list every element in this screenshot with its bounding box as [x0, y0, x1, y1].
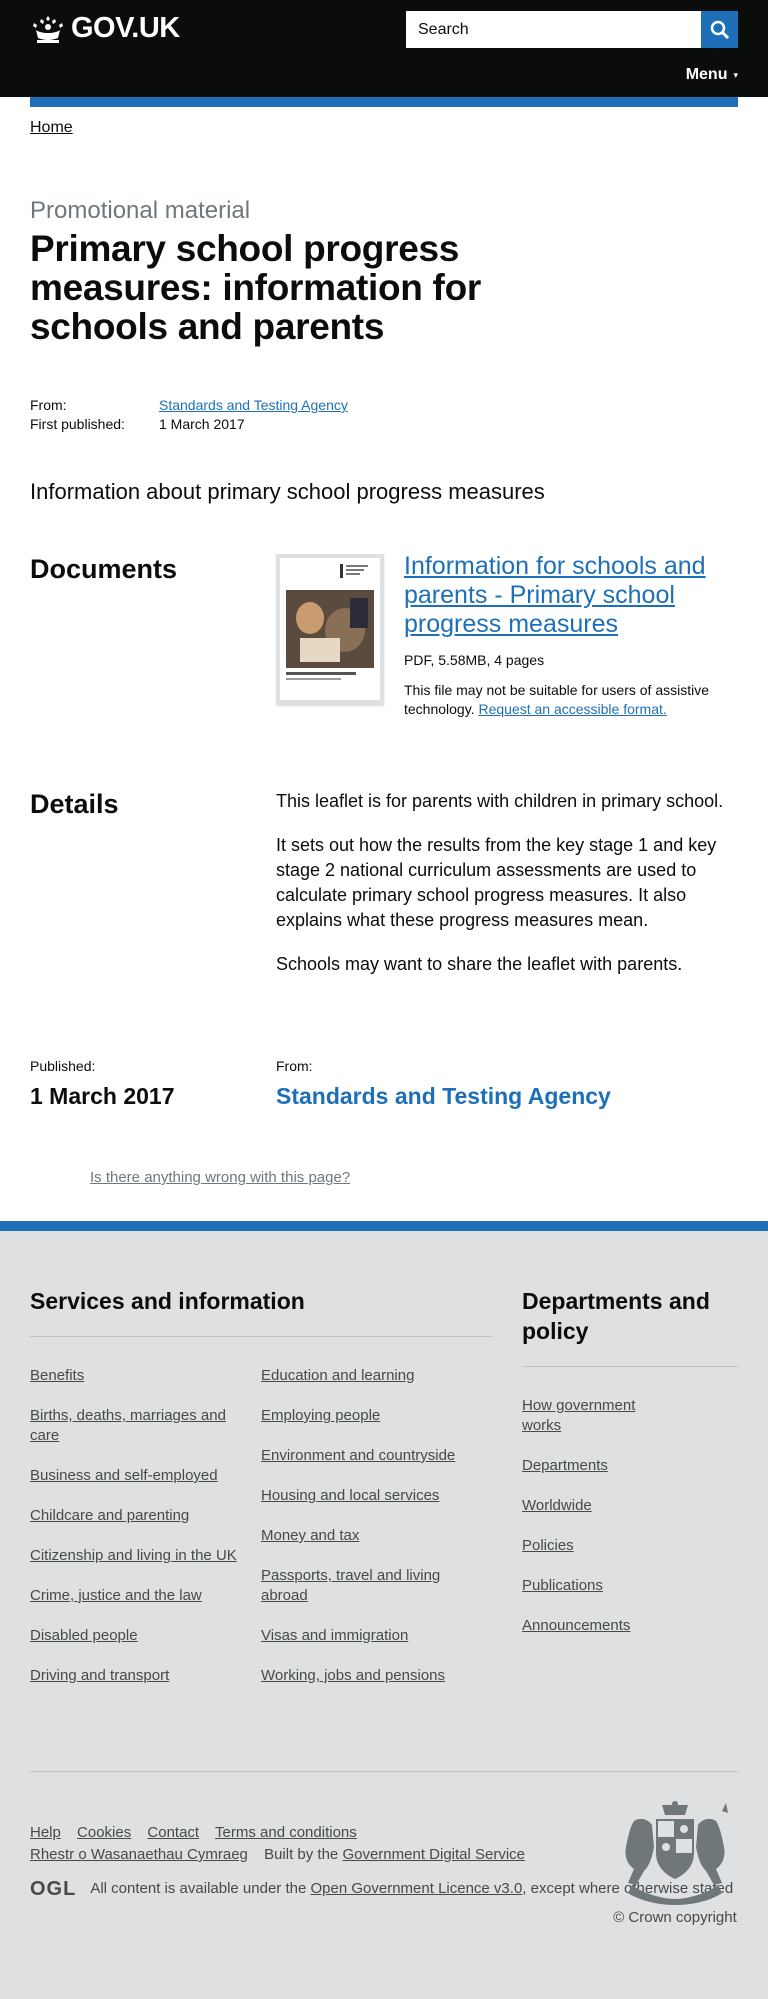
footer-link[interactable]: Childcare and parenting [30, 1506, 240, 1526]
details-heading: Details [30, 789, 119, 819]
search-input[interactable] [406, 11, 701, 48]
footer-link[interactable]: Benefits [30, 1366, 240, 1386]
crown-copyright-link[interactable]: © Crown copyright [613, 1909, 737, 1926]
breadcrumb: Home [30, 119, 738, 137]
footer-link[interactable]: Disabled people [30, 1626, 240, 1646]
meta-from-label: From: [30, 397, 67, 413]
footer-link[interactable]: Employing people [261, 1406, 471, 1426]
details-section: Details This leaflet is for parents with… [30, 789, 738, 996]
copyright: © Crown copyright [613, 1909, 737, 1926]
footer-link[interactable]: Education and learning [261, 1366, 471, 1386]
footer-link[interactable]: Citizenship and living in the UK [30, 1546, 240, 1566]
menu-label: Menu [685, 66, 728, 83]
footer-link[interactable]: Crime, justice and the law [30, 1586, 240, 1606]
footer-help-link[interactable]: Help [30, 1824, 61, 1841]
documents-heading: Documents [30, 554, 178, 584]
logo-text: GOV.UK [71, 12, 180, 44]
footer-services: Services and information Benefits Births… [30, 1286, 492, 1706]
published-block: Published: 1 March 2017 From: Standards … [30, 1058, 738, 1110]
footer-link[interactable]: How government works [522, 1396, 672, 1436]
main-content: Home Promotional material Primary school… [0, 119, 768, 1186]
footer-link[interactable]: Visas and immigration [261, 1626, 471, 1646]
published-date: 1 March 2017 [30, 1083, 175, 1109]
royal-coat-of-arms-icon [625, 1801, 728, 1905]
meta-from-link[interactable]: Standards and Testing Agency [159, 396, 348, 415]
document-cover-icon [280, 558, 380, 700]
footer-divider [30, 1771, 738, 1772]
site-footer: Services and information Benefits Births… [0, 1221, 768, 1999]
footer-link[interactable]: Policies [522, 1536, 732, 1556]
details-paragraph: This leaflet is for parents with childre… [276, 791, 724, 811]
attachment: Information for schools and parents - Pr… [276, 552, 738, 719]
meta-published-label: First published: [30, 416, 125, 432]
documents-section: Documents Information for schools and pa… [30, 552, 738, 719]
built-by-text: Built by the [264, 1846, 339, 1863]
footer-services-heading: Services and information [30, 1286, 492, 1337]
footer-gds-link[interactable]: Government Digital Service [342, 1846, 525, 1863]
footer-link[interactable]: Money and tax [261, 1526, 471, 1546]
search-button[interactable] [701, 11, 738, 48]
page-title: Primary school progress measures: inform… [30, 228, 481, 347]
footer-link[interactable]: Working, jobs and pensions [261, 1666, 471, 1686]
footer-link[interactable]: Departments [522, 1456, 732, 1476]
from-agency-link[interactable]: Standards and Testing Agency [276, 1083, 611, 1110]
site-header: GOV.UK Menu ▾ [0, 0, 768, 107]
footer-welsh-link[interactable]: Rhestr o Wasanaethau Cymraeg [30, 1846, 248, 1863]
crown-icon [33, 15, 63, 43]
header-blue-bar [30, 97, 738, 107]
footer-link[interactable]: Births, deaths, marriages and care [30, 1406, 240, 1446]
report-problem: Is there anything wrong with this page? [30, 1169, 738, 1186]
footer-cookies-link[interactable]: Cookies [77, 1824, 131, 1841]
menu-button[interactable]: Menu ▾ [686, 66, 738, 84]
document-thumbnail[interactable] [276, 554, 384, 704]
caret-down-icon: ▾ [733, 69, 738, 80]
footer-departments-heading: Departments and policy [522, 1286, 738, 1367]
footer-contact-link[interactable]: Contact [147, 1824, 199, 1841]
breadcrumb-home-link[interactable]: Home [30, 119, 73, 136]
footer-services-column: Education and learning Employing people … [261, 1366, 492, 1706]
footer-link[interactable]: Driving and transport [30, 1666, 240, 1686]
document-file-meta: PDF, 5.58MB, 4 pages [404, 652, 545, 668]
details-paragraph: It sets out how the results from the key… [276, 835, 717, 930]
crest: © Crown copyright [612, 1801, 738, 1926]
page-caption: Promotional material [30, 197, 251, 224]
document-accessibility-note: This file may not be suitable for users … [404, 681, 738, 719]
licence-prefix: All content is available under the [90, 1880, 307, 1897]
footer-services-column: Benefits Births, deaths, marriages and c… [30, 1366, 261, 1706]
footer-link[interactable]: Environment and countryside [261, 1446, 471, 1466]
licence-link[interactable]: Open Government Licence v3.0 [311, 1880, 523, 1897]
ogl-logo-icon: OGL [30, 1878, 77, 1900]
document-title-link[interactable]: Information for schools and parents - Pr… [404, 552, 738, 639]
govuk-logo-link[interactable]: GOV.UK [30, 12, 180, 45]
report-problem-link[interactable]: Is there anything wrong with this page? [90, 1169, 350, 1186]
footer-link[interactable]: Business and self-employed [30, 1466, 240, 1486]
details-paragraph: Schools may want to share the leaflet wi… [276, 954, 683, 974]
footer-link[interactable]: Worldwide [522, 1496, 732, 1516]
metadata: From: Standards and Testing Agency First… [30, 396, 738, 434]
meta-published-value: 1 March 2017 [159, 416, 245, 432]
footer-link[interactable]: Housing and local services [261, 1486, 471, 1506]
published-label: Published: [30, 1058, 96, 1074]
footer-departments: Departments and policy How government wo… [522, 1286, 738, 1656]
title-block: Promotional material Primary school prog… [30, 197, 738, 346]
footer-terms-link[interactable]: Terms and conditions [215, 1824, 357, 1841]
footer-link[interactable]: Publications [522, 1576, 732, 1596]
from-label: From: [276, 1058, 313, 1074]
search-icon [710, 20, 729, 39]
search-form [406, 11, 738, 48]
request-accessible-format-link[interactable]: Request an accessible format. [478, 701, 666, 717]
summary: Information about primary school progres… [30, 479, 545, 504]
footer-link[interactable]: Announcements [522, 1616, 732, 1636]
footer-link[interactable]: Passports, travel and living abroad [261, 1566, 471, 1606]
